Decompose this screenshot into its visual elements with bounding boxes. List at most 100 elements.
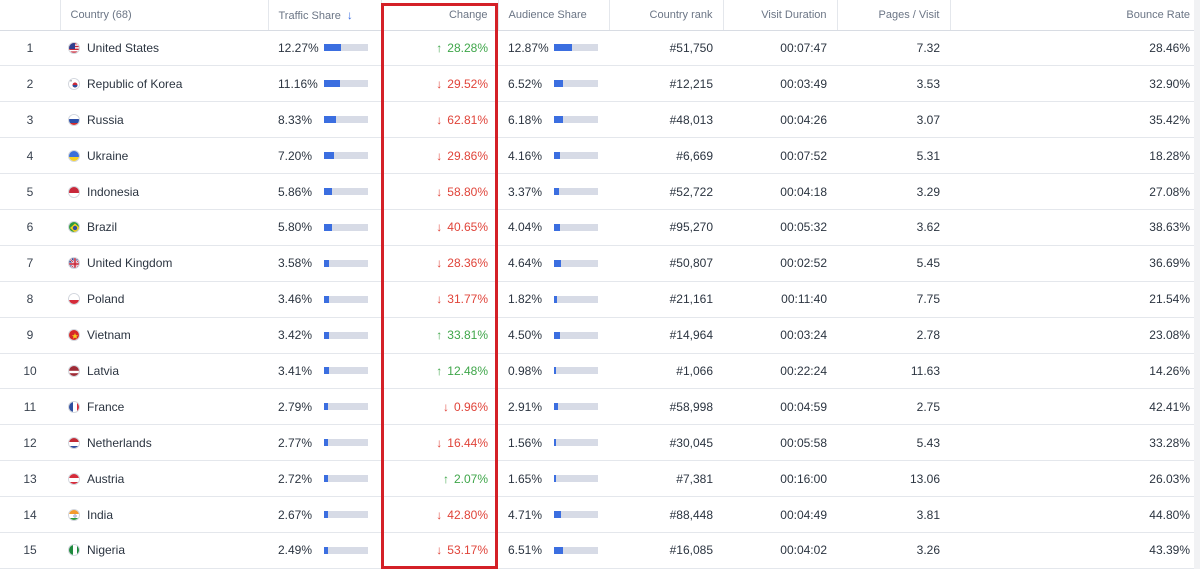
country-rank-cell: #51,750 [609,30,723,67]
traffic-share-cell: 2.77% [268,424,381,462]
country-cell[interactable]: India [60,496,268,533]
flag-br-icon [68,221,80,234]
table-row[interactable]: 6 Brazil 5.80% ↓ 40.65% 4.04% #95,270 00:05:32 3… [0,209,1200,246]
header-visit-duration[interactable]: Visit Duration [723,0,838,31]
scrollbar[interactable] [1194,0,1200,569]
traffic-share-cell: 3.42% [268,317,381,354]
audience-share-cell: 12.87% [498,30,609,67]
table-row[interactable]: 7 United Kingdom 3.58% ↓ 28.36% 4.64% #50,807 0… [0,245,1200,282]
audience-share-cell: 0.98% [498,353,609,390]
country-name[interactable]: India [87,508,113,522]
table-row[interactable]: 10 Latvia 3.41% ↑ 12.48% 0.98% #1,066 00:22:24 1… [0,353,1200,390]
audience-share-bar-fill [554,80,564,88]
header-change[interactable]: Change [381,0,499,31]
change-cell: ↓ 31.77% [381,281,498,318]
header-country[interactable]: Country (68) [60,0,269,31]
traffic-share-bar [324,152,368,160]
country-cell[interactable]: Indonesia [60,173,268,210]
change-cell: ↓ 29.86% [381,137,498,175]
country-cell[interactable]: Austria [60,460,268,498]
table-row[interactable]: 5 Indonesia 5.86% ↓ 58.80% 3.37% #52,722 00:04:… [0,173,1200,210]
header-visit-duration-label: Visit Duration [761,8,827,21]
change-cell: ↓ 42.80% [381,496,498,533]
table-row[interactable]: 4 Ukraine 7.20% ↓ 29.86% 4.16% #6,669 00:07:52 5… [0,137,1200,175]
country-cell[interactable]: France [60,388,268,426]
audience-share-value: 4.16% [508,148,543,163]
country-name[interactable]: Republic of Korea [87,77,182,91]
audience-share-bar [554,223,598,231]
header-traffic-share[interactable]: Traffic Share ↓ [268,0,382,31]
country-cell[interactable]: Netherlands [60,424,268,462]
country-name[interactable]: Vietnam [87,328,131,342]
visit-duration-cell: 00:04:59 [723,388,837,426]
header-pages-visit-label: Pages / Visit [878,8,940,21]
country-cell[interactable]: United Kingdom [60,245,268,282]
change-value: 16.44% [447,435,488,450]
country-name[interactable]: United States [87,41,159,55]
flag-vn-icon [68,329,80,342]
country-cell[interactable]: United States [60,30,268,67]
country-rank-cell: #7,381 [609,460,723,498]
audience-share-cell: 4.50% [498,317,609,354]
change-value: 53.17% [447,543,488,558]
bounce-rate-cell: 42.41% [950,388,1200,426]
table-row[interactable]: 9 Vietnam 3.42% ↑ 33.81% 4.50% #14,964 00:03:24… [0,317,1200,354]
table-row[interactable]: 2 Republic of Korea 11.16% ↓ 29.52% 6.52% #12,… [0,65,1200,103]
country-name[interactable]: Austria [87,472,124,486]
audience-share-bar [554,259,598,267]
country-name[interactable]: Nigeria [87,543,125,557]
audience-share-cell: 6.18% [498,101,609,139]
visit-duration-cell: 00:16:00 [723,460,837,498]
country-name[interactable]: Brazil [87,220,117,234]
country-cell[interactable]: Russia [60,101,268,139]
country-cell[interactable]: Poland [60,281,268,318]
change-value: 31.77% [447,292,488,307]
country-rank-cell: #14,964 [609,317,723,354]
change-cell: ↑ 33.81% [381,317,498,354]
table-row[interactable]: 15 Nigeria 2.49% ↓ 53.17% 6.51% #16,085 00:04:0… [0,532,1200,569]
country-cell[interactable]: Nigeria [60,532,268,569]
country-cell[interactable]: Republic of Korea [60,65,268,103]
country-name[interactable]: Netherlands [87,436,152,450]
header-audience-share[interactable]: Audience Share [498,0,610,31]
country-name[interactable]: Latvia [87,364,119,378]
traffic-share-bar [324,259,368,267]
table-row[interactable]: 12 Netherlands 2.77% ↓ 16.44% 1.56% #30,045 00:… [0,424,1200,462]
header-num [0,0,61,31]
country-name[interactable]: Russia [87,113,124,127]
sort-descending-icon[interactable]: ↓ [347,8,353,22]
country-name[interactable]: United Kingdom [87,256,172,270]
country-cell[interactable]: Brazil [60,209,268,246]
country-cell[interactable]: Ukraine [60,137,268,175]
audience-share-bar-fill [554,44,573,52]
table-row[interactable]: 13 Austria 2.72% ↑ 2.07% 1.65% #7,381 00:16:00 1… [0,460,1200,498]
bounce-rate-cell: 21.54% [950,281,1200,318]
traffic-share-cell: 5.86% [268,173,381,210]
header-bounce-rate[interactable]: Bounce Rate [950,0,1200,31]
traffic-share-bar [324,403,368,411]
header-country-rank[interactable]: Country rank [609,0,724,31]
table-row[interactable]: 1 United States 12.27% ↑ 28.28% 12.87% #51,750… [0,30,1200,67]
header-pages-visit[interactable]: Pages / Visit [837,0,951,31]
traffic-share-value: 11.16% [278,76,318,91]
country-name[interactable]: Ukraine [87,149,128,163]
country-rank-cell: #12,215 [609,65,723,103]
traffic-share-bar-fill [324,475,328,483]
country-name[interactable]: Poland [87,292,124,306]
table-row[interactable]: 3 Russia 8.33% ↓ 62.81% 6.18% #48,013 00:04:26 3… [0,101,1200,139]
table-row[interactable]: 14 India 2.67% ↓ 42.80% 4.71% #88,448 00:04:49 3… [0,496,1200,533]
audience-share-cell: 6.51% [498,532,609,569]
header-country-rank-label: Country rank [649,8,713,21]
change-value: 12.48% [447,363,488,378]
traffic-share-bar [324,546,368,554]
country-name[interactable]: France [87,400,124,414]
audience-share-bar-fill [554,331,561,339]
audience-share-bar-fill [554,295,557,303]
country-name[interactable]: Indonesia [87,185,139,199]
country-cell[interactable]: Vietnam [60,317,268,354]
table-row[interactable]: 8 Poland 3.46% ↓ 31.77% 1.82% #21,161 00:11:40 7… [0,281,1200,318]
country-cell[interactable]: Latvia [60,353,268,390]
audience-share-value: 1.56% [508,435,543,450]
audience-share-value: 3.37% [508,184,543,199]
table-row[interactable]: 11 France 2.79% ↓ 0.96% 2.91% #58,998 00:04:59 2… [0,388,1200,426]
